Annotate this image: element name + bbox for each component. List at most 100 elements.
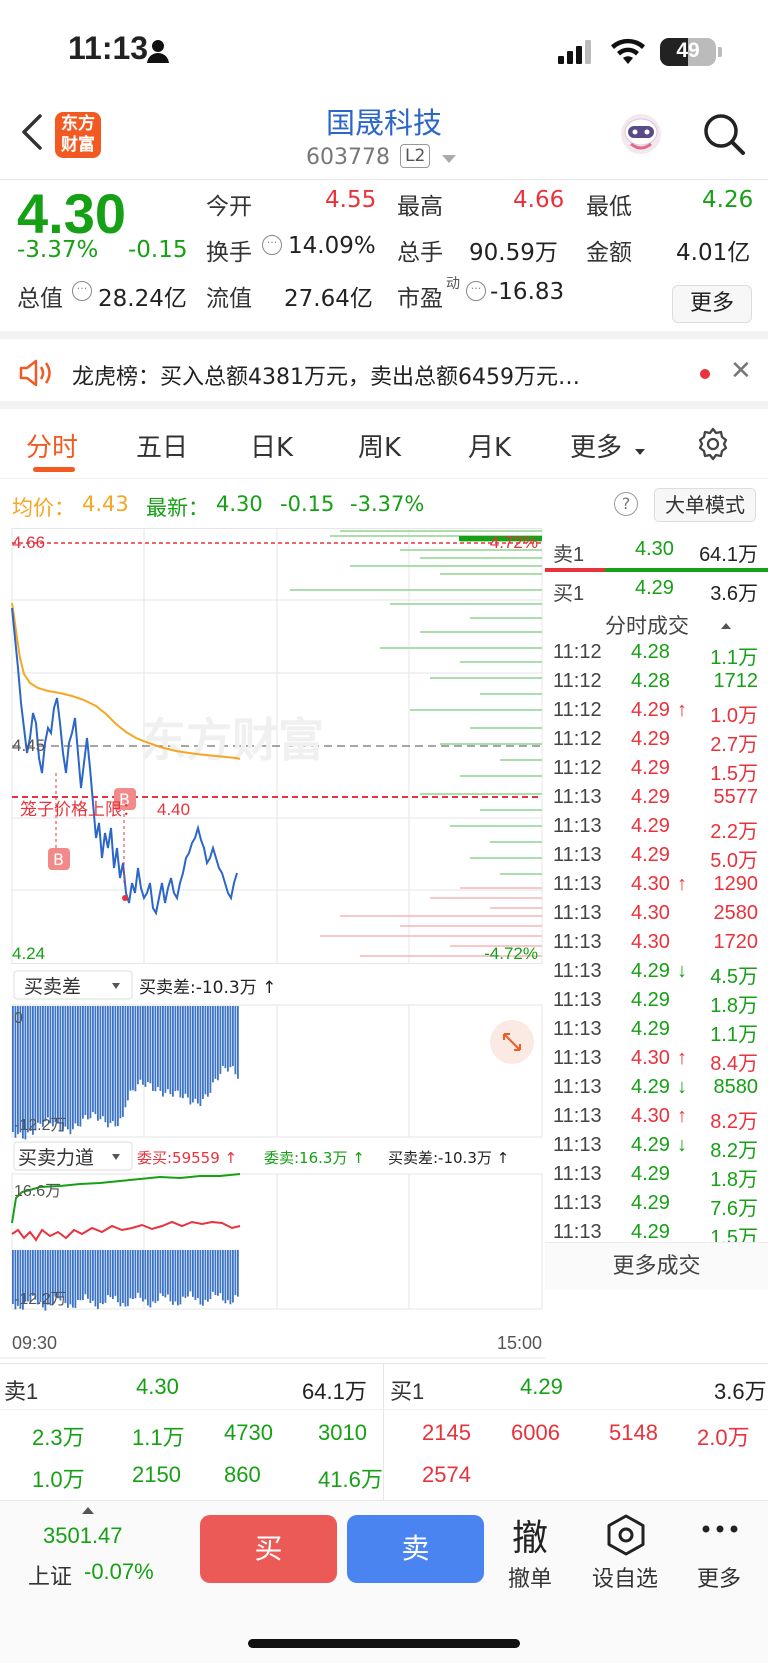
trade-price: 4.30 (631, 902, 670, 924)
change-percent: -3.37% (17, 237, 99, 263)
panel2-weibuy: 委买:59559 ↑ (137, 1149, 237, 1167)
cancel-order-label[interactable]: 撤单 (508, 1561, 552, 1593)
panel-bar (147, 1006, 149, 1082)
search-icon[interactable] (700, 110, 748, 158)
bottom-sell1-label: 卖1 (4, 1379, 39, 1404)
panel-bar (172, 1250, 174, 1305)
cage-label: 笼子价格上限： (20, 800, 139, 820)
caret-up-icon[interactable] (82, 1507, 94, 1514)
tab-five-day[interactable]: 五日 (136, 427, 188, 464)
panel-bar (219, 1006, 222, 1074)
sell-button[interactable]: 卖 (347, 1515, 484, 1583)
sell-queue-item: 4730 (224, 1420, 273, 1445)
index-change[interactable]: -0.07% (84, 1559, 154, 1585)
wifi-icon (611, 38, 645, 64)
panel-bar (167, 1250, 169, 1295)
tab-more[interactable]: 更多 (570, 427, 622, 464)
panel2-selector: 买卖力道 (18, 1147, 94, 1169)
big-order-mode-button[interactable]: 大单模式 (654, 488, 756, 522)
trade-time: 11:13 (553, 1163, 602, 1185)
panel-bar (212, 1250, 214, 1292)
panel-bar (124, 1250, 127, 1307)
y-axis-low: 4.24 (12, 944, 45, 963)
tab-intraday[interactable]: 分时 (26, 427, 78, 464)
panel-bar (152, 1250, 154, 1302)
info-dots-icon[interactable]: ··· (262, 235, 282, 255)
mktcap-label: 总值 (17, 286, 63, 312)
buy-button[interactable]: 买 (200, 1515, 337, 1583)
panel-bar (154, 1250, 157, 1303)
trade-amount: 1720 (713, 931, 759, 953)
buy-queue-item: 2.0万 (697, 1425, 750, 1450)
panel-bar (169, 1250, 172, 1302)
robot-assistant-icon[interactable] (617, 110, 665, 158)
high-value: 4.66 (513, 187, 565, 213)
tab-weekly-k[interactable]: 周K (358, 427, 401, 464)
panel-bar (162, 1250, 164, 1297)
panel-bar (52, 1006, 54, 1127)
close-icon[interactable]: ✕ (730, 356, 752, 386)
trade-row: 11:13 4.29 1.1万 (545, 1018, 768, 1049)
level-badge[interactable]: L2 (400, 144, 431, 168)
trades-title[interactable]: 分时成交 (605, 610, 689, 640)
panel-bar (209, 1250, 212, 1300)
panel-bar (129, 1250, 132, 1299)
index-name[interactable]: 上证 (28, 1559, 72, 1591)
panel-bar (222, 1250, 224, 1301)
high-label: 最高 (397, 194, 443, 220)
trade-row: 11:13 4.29 1.8万 (545, 1163, 768, 1194)
tab-daily-k[interactable]: 日K (250, 427, 293, 464)
panel-bar (194, 1250, 197, 1301)
gear-icon[interactable] (695, 426, 731, 462)
buy-queue-item: 6006 (511, 1420, 560, 1445)
notice-text[interactable]: 龙虎榜：买入总额4381万元，卖出总额6459万元… (72, 359, 580, 391)
help-icon[interactable]: ? (614, 492, 638, 516)
trade-price: 4.30 (631, 873, 670, 895)
info-dots-icon[interactable]: ··· (466, 281, 486, 301)
volume-value: 90.59万 (469, 240, 558, 266)
panel-bar (217, 1250, 219, 1296)
sell-queue-item: 2150 (132, 1462, 181, 1487)
panel-bar (182, 1006, 184, 1099)
notice-bar[interactable]: 龙虎榜：买入总额4381万元，卖出总额6459万元… ✕ (0, 339, 768, 409)
trade-time: 11:12 (553, 728, 602, 750)
sell-queue-item: 1.0万 (32, 1467, 85, 1492)
cancel-order-icon[interactable]: 撤 (512, 1509, 548, 1561)
tab-monthly-k[interactable]: 月K (468, 427, 511, 464)
trade-row: 11:13 4.29 ↓ 8580 (545, 1076, 768, 1107)
bottom-buy1-vol: 3.6万 (714, 1379, 767, 1404)
more-trades-button[interactable]: 更多成交 (545, 1242, 768, 1290)
panel-bar (39, 1006, 42, 1124)
add-watchlist-label[interactable]: 设自选 (592, 1561, 658, 1593)
panel-bar (162, 1006, 164, 1097)
trade-price: 4.29 (631, 1221, 670, 1243)
panel-bar (229, 1250, 232, 1305)
intraday-chart[interactable]: 东方财富 B B 4.66 4.45 4.24 4.72% -4.72% 笼子价… (0, 528, 545, 1363)
panel-bar (112, 1006, 114, 1122)
panel-bar (107, 1250, 109, 1295)
panel-bar (74, 1250, 77, 1308)
panel-bar (174, 1250, 177, 1302)
panel1-bottom-label: -12.2万 (14, 1117, 66, 1134)
panel-bar (94, 1250, 97, 1307)
trade-point (122, 895, 128, 901)
more-dots-icon[interactable] (700, 1523, 740, 1535)
info-dots-icon[interactable]: ··· (72, 281, 92, 301)
panel-bar (202, 1250, 204, 1306)
trade-row: 11:13 4.29 2.2万 (545, 815, 768, 846)
trade-row: 11:13 4.30 ↑ 8.2万 (545, 1105, 768, 1136)
quote-more-button[interactable]: 更多 (672, 285, 752, 323)
add-watchlist-icon[interactable] (604, 1513, 648, 1557)
panel-bar (152, 1006, 154, 1091)
more-label[interactable]: 更多 (697, 1561, 741, 1593)
trade-row: 11:13 4.30 2580 (545, 902, 768, 933)
chevron-down-icon[interactable] (442, 155, 456, 163)
trade-direction-icon: ↑ (677, 1105, 687, 1127)
y-axis-high: 4.66 (12, 533, 45, 552)
low-label: 最低 (586, 194, 632, 220)
index-value[interactable]: 3501.47 (43, 1523, 123, 1549)
mktcap-value: 28.24亿 (98, 286, 187, 312)
panel-bar (97, 1006, 99, 1121)
pct-axis-low: -4.72% (484, 944, 538, 963)
signal-icon (558, 40, 591, 64)
